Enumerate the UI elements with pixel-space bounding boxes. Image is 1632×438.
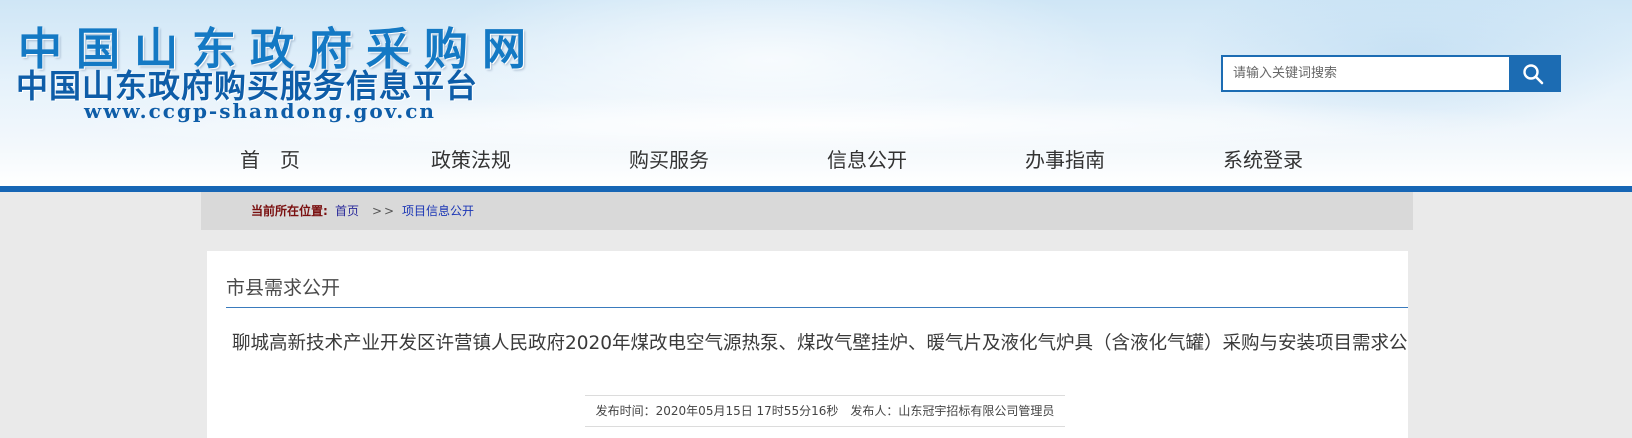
article-card: 市县需求公开 聊城高新技术产业开发区许营镇人民政府2020年煤改电空气源热泵、煤… [207,251,1408,438]
nav-item-guide[interactable]: 办事指南 [1025,147,1105,173]
breadcrumb-label: 当前所在位置: [251,204,328,218]
article-title: 聊城高新技术产业开发区许营镇人民政府2020年煤改电空气源热泵、煤改气壁挂炉、暖… [231,333,1408,354]
breadcrumb-home-link[interactable]: 首页 [335,204,359,218]
nav-item-login[interactable]: 系统登录 [1223,147,1303,173]
section-title: 市县需求公开 [226,277,341,299]
search-input[interactable] [1223,57,1507,90]
nav-item-home[interactable]: 首 页 [240,147,300,173]
search-button[interactable] [1509,57,1559,90]
site-logo-url: www.ccgp-shandong.gov.cn [84,99,436,123]
section-divider [226,307,1408,308]
article-meta: 发布时间：2020年05月15日 17时55分16秒 发布人：山东冠宇招标有限公… [585,395,1065,427]
breadcrumb-current-link[interactable]: 项目信息公开 [402,204,474,218]
search-icon [1523,64,1544,85]
breadcrumb: 当前所在位置: 首页 >> 项目信息公开 [201,192,1413,230]
search-box [1221,55,1561,92]
breadcrumb-separator: >> [372,204,397,218]
nav-item-purchase-services[interactable]: 购买服务 [629,147,709,173]
site-header: 中国山东政府采购网 中国山东政府购买服务信息平台 www.ccgp-shando… [0,0,1632,186]
nav-item-policy[interactable]: 政策法规 [431,147,511,173]
nav-item-info-disclosure[interactable]: 信息公开 [827,147,907,173]
